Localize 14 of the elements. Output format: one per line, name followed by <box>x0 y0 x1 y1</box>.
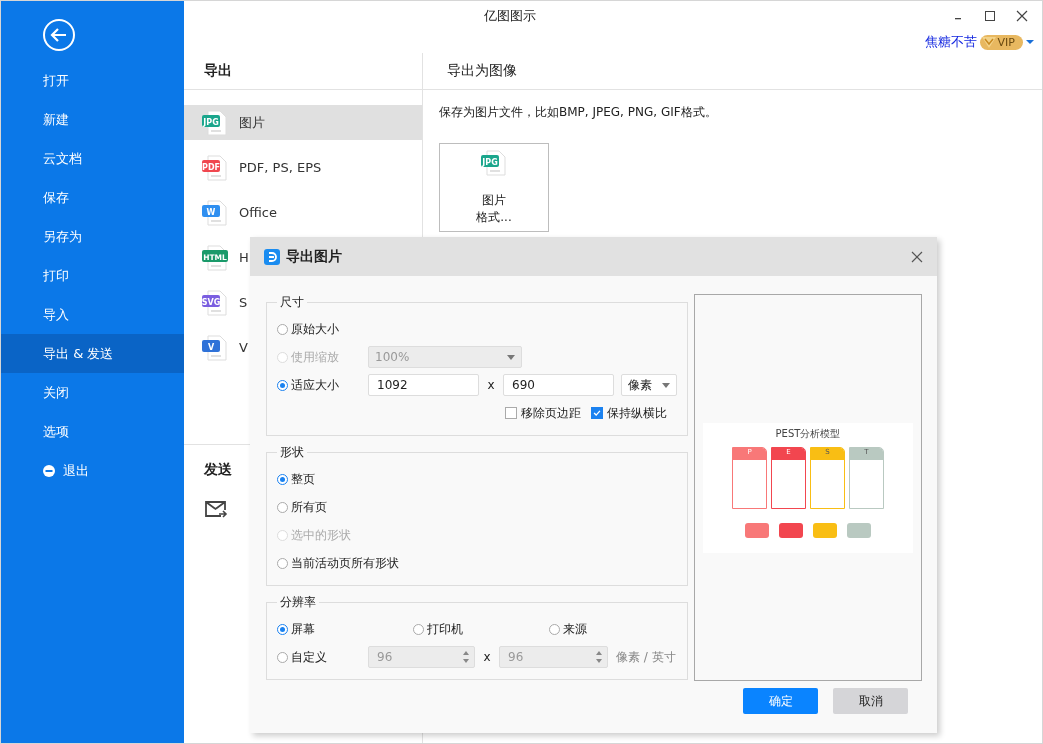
group-label: 形状 <box>279 444 305 461</box>
unit-label: 像素 / 英寸 <box>616 648 676 666</box>
dialog-title: 导出图片 <box>286 247 342 266</box>
section-heading: 导出 <box>184 53 423 89</box>
window-title: 亿图图示 <box>484 7 536 25</box>
diagram-title: PEST分析模型 <box>775 426 841 441</box>
section-heading: 发送 <box>204 461 232 479</box>
vip-badge: VIP <box>979 34 1023 50</box>
group-label: 分辨率 <box>279 594 317 611</box>
group-label: 尺寸 <box>279 294 305 311</box>
section-heading: 导出为图像 <box>446 61 518 80</box>
description-text: 保存为图片文件，比如BMP, JPEG, PNG, GIF格式。 <box>439 104 718 121</box>
times-sign: x <box>486 378 496 392</box>
times-sign: x <box>482 650 492 664</box>
